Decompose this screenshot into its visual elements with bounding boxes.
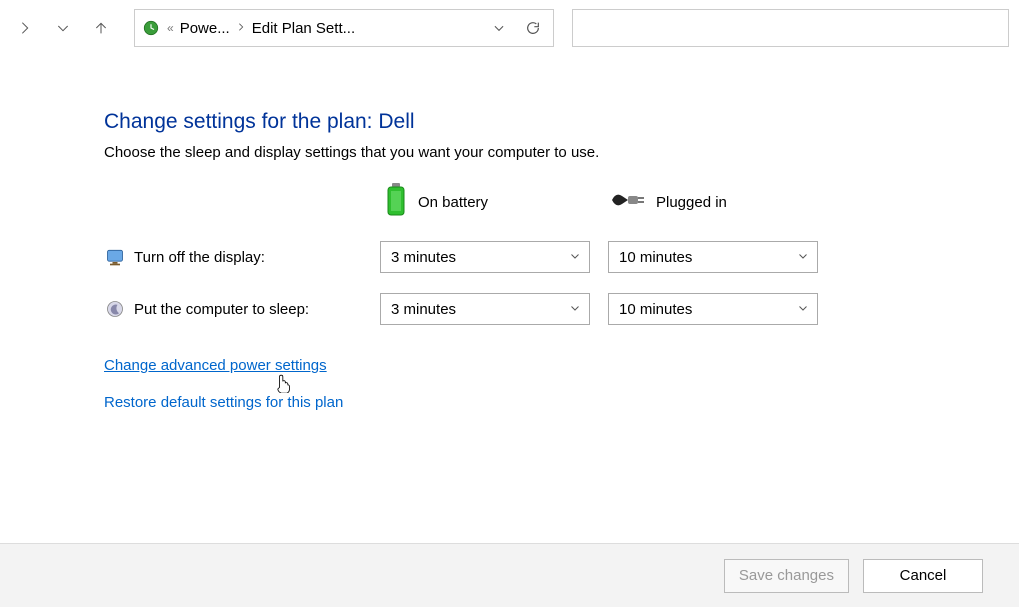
chevron-down-icon xyxy=(569,301,581,318)
main-content: Change settings for the plan: Dell Choos… xyxy=(0,56,1019,411)
battery-icon xyxy=(384,183,408,221)
select-value: 3 minutes xyxy=(391,249,456,266)
sleep-plugged-select[interactable]: 10 minutes xyxy=(608,293,818,325)
select-value: 10 minutes xyxy=(619,301,692,318)
page-title: Change settings for the plan: Dell xyxy=(104,110,1019,134)
explorer-toolbar: « Powe... Edit Plan Sett... xyxy=(0,0,1019,56)
breadcrumb-dropdown-button[interactable] xyxy=(485,14,513,42)
search-input[interactable] xyxy=(572,9,1009,47)
up-button[interactable] xyxy=(86,13,116,43)
footer-bar: Save changes Cancel xyxy=(0,543,1019,607)
display-icon xyxy=(104,246,126,268)
save-changes-button[interactable]: Save changes xyxy=(724,559,849,593)
restore-default-settings-link[interactable]: Restore default settings for this plan xyxy=(104,394,1019,411)
breadcrumb-segment[interactable]: Powe... xyxy=(180,20,230,37)
refresh-button[interactable] xyxy=(519,14,547,42)
page-subtitle: Choose the sleep and display settings th… xyxy=(104,144,1019,161)
plug-icon xyxy=(612,190,646,214)
display-off-label: Turn off the display: xyxy=(134,249,380,266)
cancel-button[interactable]: Cancel xyxy=(863,559,983,593)
display-off-row: Turn off the display: 3 minutes 10 minut… xyxy=(104,241,1019,273)
change-advanced-power-settings-link[interactable]: Change advanced power settings xyxy=(104,357,1019,374)
address-bar[interactable]: « Powe... Edit Plan Sett... xyxy=(134,9,554,47)
display-off-plugged-select[interactable]: 10 minutes xyxy=(608,241,818,273)
sleep-row: Put the computer to sleep: 3 minutes 10 … xyxy=(104,293,1019,325)
chevron-down-icon xyxy=(569,249,581,266)
on-battery-label: On battery xyxy=(418,194,488,211)
on-battery-header: On battery xyxy=(384,183,612,221)
column-headers: On battery Plugged in xyxy=(104,183,1019,221)
plugged-in-header: Plugged in xyxy=(612,190,840,214)
control-panel-icon xyxy=(141,18,161,38)
chevron-right-icon[interactable] xyxy=(236,21,246,35)
chevron-down-icon xyxy=(797,301,809,318)
select-value: 10 minutes xyxy=(619,249,692,266)
sleep-battery-select[interactable]: 3 minutes xyxy=(380,293,590,325)
breadcrumb-segment[interactable]: Edit Plan Sett... xyxy=(252,20,355,37)
chevron-down-icon xyxy=(797,249,809,266)
forward-button[interactable] xyxy=(10,13,40,43)
breadcrumb-overflow-icon: « xyxy=(167,21,174,35)
display-off-battery-select[interactable]: 3 minutes xyxy=(380,241,590,273)
sleep-icon xyxy=(104,298,126,320)
links-section: Change advanced power settings Restore d… xyxy=(104,357,1019,411)
link-text: Change advanced power settings xyxy=(104,357,327,374)
select-value: 3 minutes xyxy=(391,301,456,318)
sleep-label: Put the computer to sleep: xyxy=(134,301,380,318)
recent-locations-button[interactable] xyxy=(48,13,78,43)
plugged-in-label: Plugged in xyxy=(656,194,727,211)
